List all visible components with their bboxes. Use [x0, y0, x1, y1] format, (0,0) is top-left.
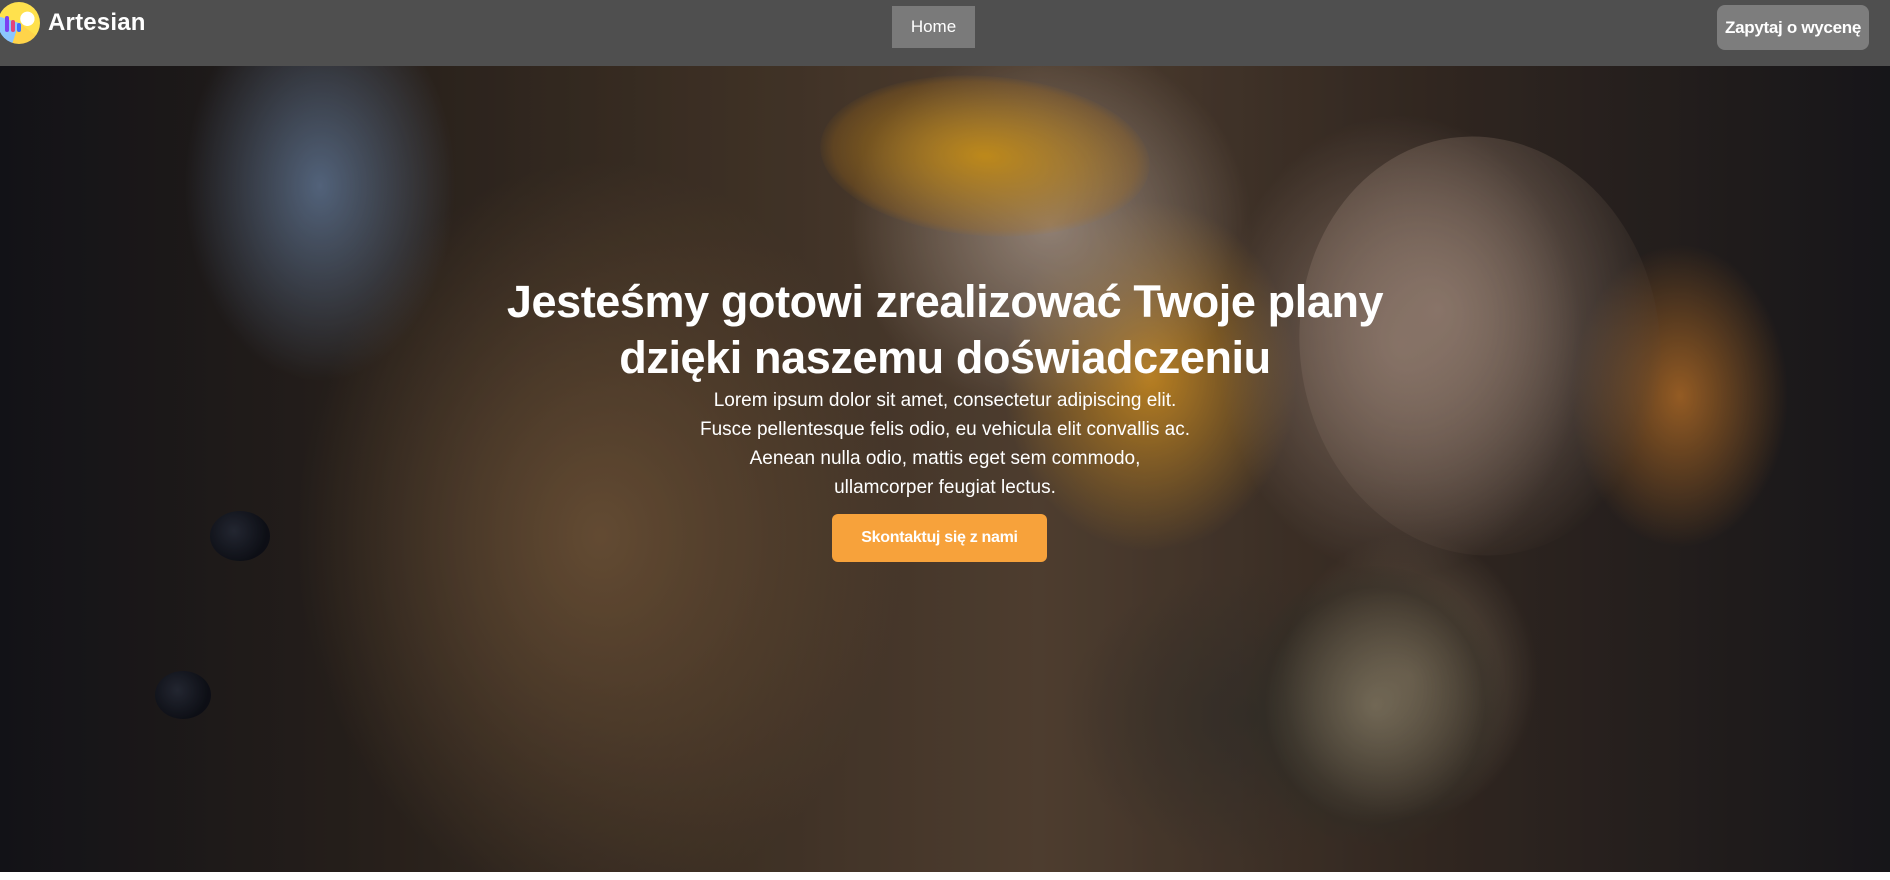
hero-subtitle-line: Aenean nulla odio, mattis eget sem commo…: [749, 448, 1141, 469]
brand[interactable]: Artesian: [0, 0, 146, 46]
top-navbar: Artesian Home Zapytaj o wycenę: [0, 0, 1890, 66]
request-quote-button[interactable]: Zapytaj o wycenę: [1717, 5, 1869, 50]
hero-title: Jesteśmy gotowi zrealizować Twoje plany …: [506, 276, 1384, 383]
page-bottom-edge: [0, 872, 1890, 880]
nav-home-link[interactable]: Home: [892, 6, 975, 48]
contact-us-button[interactable]: Skontaktuj się z nami: [832, 514, 1047, 562]
hero-subtitle-line: ullamcorper feugiat lectus.: [834, 477, 1056, 498]
hero-subtitle: Lorem ipsum dolor sit amet, consectetur …: [545, 386, 1345, 502]
hero-section: Jesteśmy gotowi zrealizować Twoje plany …: [0, 66, 1890, 872]
hero-subtitle-line: Lorem ipsum dolor sit amet, consectetur …: [713, 390, 1177, 411]
hero-subtitle-line: Fusce pellentesque felis odio, eu vehicu…: [699, 419, 1191, 440]
brand-name: Artesian: [48, 9, 146, 36]
artesian-logo-icon: [0, 2, 40, 44]
